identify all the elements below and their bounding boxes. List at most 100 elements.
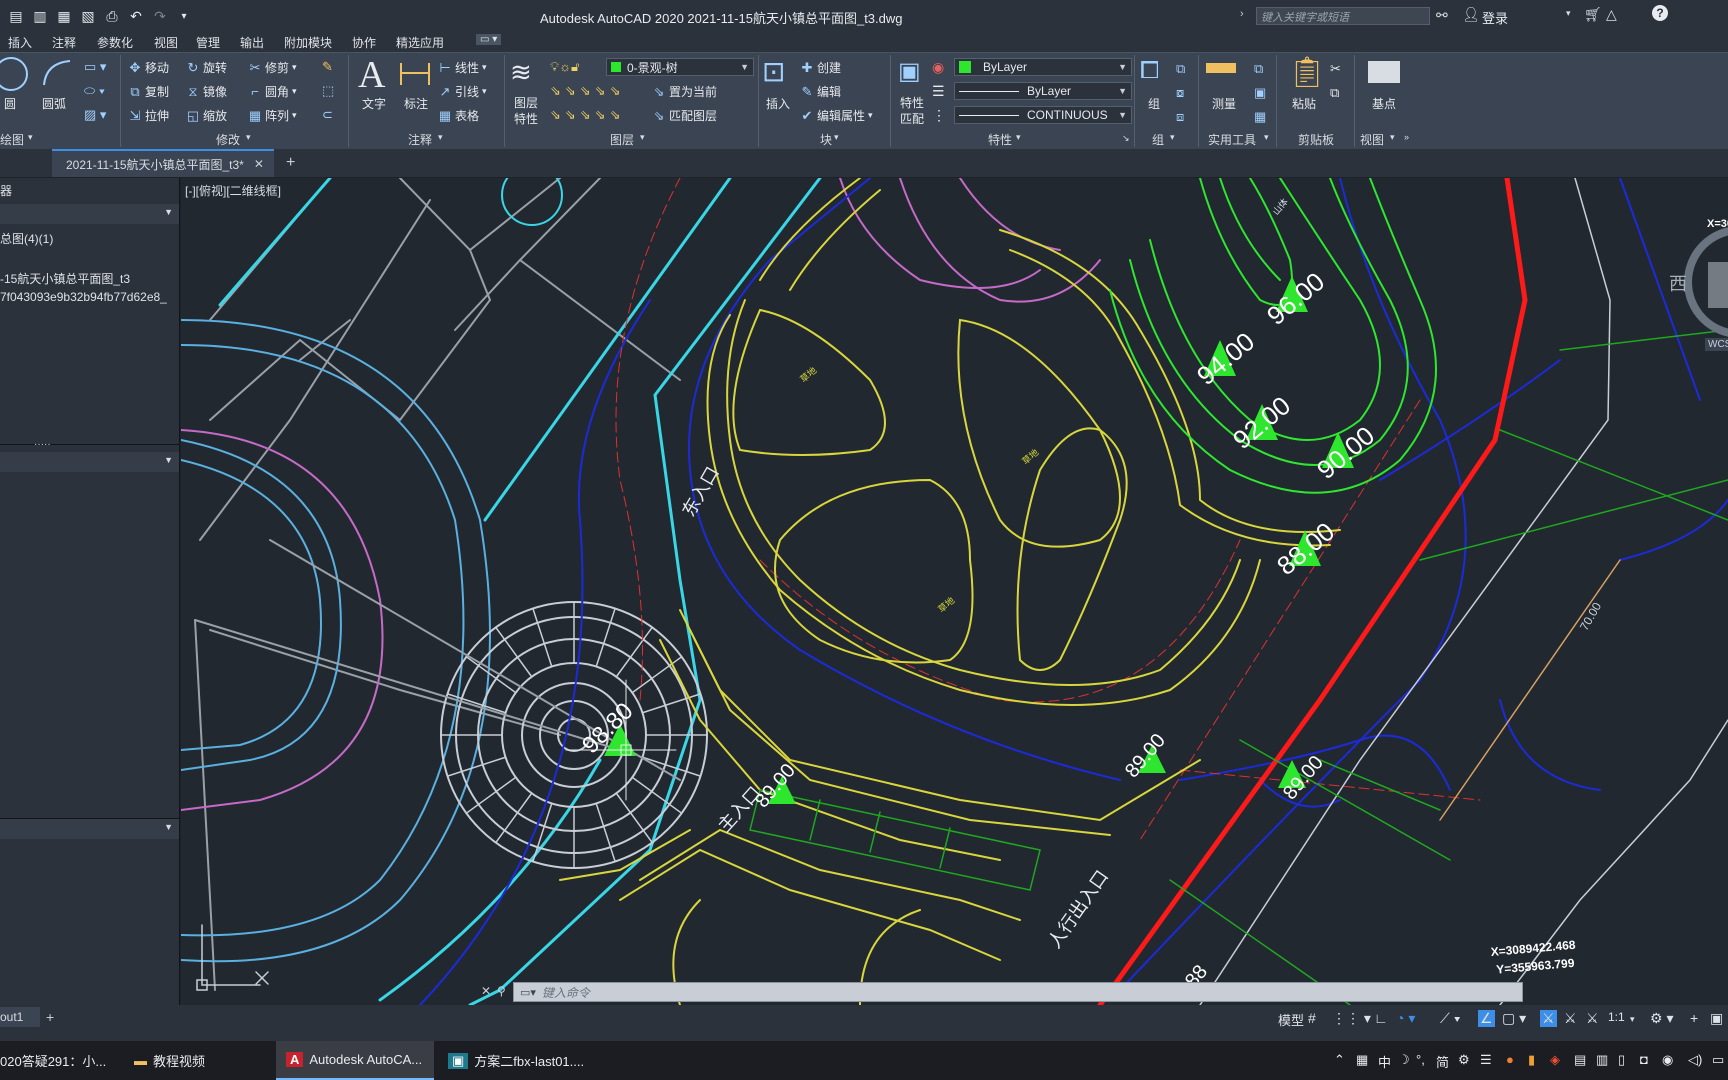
login-dropdown-icon[interactable]: ▾ xyxy=(1566,8,1571,19)
menu-view[interactable]: 视图 xyxy=(154,34,178,51)
copy-button[interactable]: ⧉ 复制 xyxy=(128,83,169,100)
scale-readout[interactable]: 1:1 xyxy=(1608,1010,1625,1024)
command-line[interactable]: ▭▾ 键入命令 xyxy=(513,982,1523,1002)
properties-expand-icon[interactable]: ▾ xyxy=(1016,132,1021,143)
taskbar-item-folder[interactable]: ▬ 教程视频 xyxy=(128,1041,280,1080)
properties-group-label[interactable]: 特性 xyxy=(988,131,1012,148)
draw-expand-icon[interactable]: ▾ xyxy=(28,132,33,143)
group-label[interactable]: 组 xyxy=(1148,95,1160,112)
menu-parametric[interactable]: 参数化 xyxy=(97,34,133,51)
menu-manage[interactable]: 管理 xyxy=(196,34,220,51)
color-dropdown[interactable]: ByLayer ▼ xyxy=(954,58,1132,76)
punctuation-icon[interactable]: °, xyxy=(1416,1052,1425,1067)
linetype-icon[interactable]: ⋮ xyxy=(932,107,946,124)
ime-simplified[interactable]: 简 xyxy=(1436,1052,1449,1071)
paste-icon[interactable]: 📋︎ xyxy=(1288,55,1326,90)
drawing-svg[interactable] xyxy=(181,178,1728,1005)
login-link[interactable]: 登录 xyxy=(1482,8,1508,27)
viewcube[interactable] xyxy=(1684,227,1728,337)
palette-item-drawing[interactable]: 总图(4)(1) xyxy=(0,230,53,247)
search-expand-icon[interactable]: › xyxy=(1240,8,1244,20)
linetype-dropdown[interactable]: CONTINUOUS ▼ xyxy=(954,106,1132,124)
print-icon[interactable]: ⎙ xyxy=(102,6,122,26)
customize-qa-icon[interactable]: ▾ xyxy=(174,6,194,26)
grid-icon[interactable]: # xyxy=(1308,1010,1316,1026)
leader-button[interactable]: ↗ 引线 ▾ xyxy=(438,83,487,100)
palette-item-hash[interactable]: 7f043093e9b32b94fb77d62e8_ xyxy=(0,290,167,304)
array-button[interactable]: ▦ 阵列 ▾ xyxy=(248,107,297,124)
clipboard-group-label[interactable]: 剪贴板 xyxy=(1298,131,1334,148)
palette-item-file[interactable]: -15航天小镇总平面图_t3 xyxy=(0,270,130,287)
help-icon[interactable]: ? xyxy=(1652,5,1668,21)
group-icon[interactable]: ⧠ xyxy=(1140,57,1159,85)
action-center-icon[interactable]: ▭ xyxy=(1712,1052,1724,1068)
user-icon[interactable]: 👤︎ xyxy=(1462,6,1480,23)
new-tab-button[interactable]: + xyxy=(286,149,295,177)
taskbar-item-autocad[interactable]: A Autodesk AutoCA... xyxy=(276,1041,434,1080)
explode-icon[interactable]: ⬚ xyxy=(322,83,334,99)
edit-block-button[interactable]: ✎ 编辑 xyxy=(800,83,841,100)
ime-mode[interactable]: 中 xyxy=(1378,1052,1391,1071)
ellipse-tool-icon[interactable]: ⬭ ▾ xyxy=(84,83,105,99)
layers-expand-icon[interactable]: ▾ xyxy=(640,132,645,143)
layout-tab[interactable]: out1 xyxy=(0,1007,40,1027)
volume-icon[interactable]: ◁) xyxy=(1688,1052,1702,1068)
groups-group-label[interactable]: 组 xyxy=(1152,131,1164,148)
measure-label[interactable]: 测量 xyxy=(1212,95,1236,112)
utilities-group-label[interactable]: 实用工具 xyxy=(1208,131,1256,148)
rotate-button[interactable]: ↻ 旋转 xyxy=(186,59,227,76)
shield-icon[interactable]: ◈ xyxy=(1550,1052,1560,1068)
palette-splitter[interactable]: ····· xyxy=(0,439,179,451)
battery-icon[interactable]: ▯ xyxy=(1618,1052,1625,1068)
fillet-button[interactable]: ⌐ 圆角 ▾ xyxy=(248,83,296,100)
tray-app-icon-3[interactable]: ▥ xyxy=(1596,1052,1608,1068)
set-current-button[interactable]: ⇘ 置为当前 xyxy=(652,83,717,100)
block-group-label[interactable]: 块 xyxy=(820,131,832,148)
move-button[interactable]: ✥ 移动 xyxy=(128,59,169,76)
menu-output[interactable]: 输出 xyxy=(240,34,264,51)
dimension-tool-icon[interactable] xyxy=(398,59,432,89)
isodraft-icon[interactable]: ⟋ ▾ xyxy=(1440,1010,1461,1027)
draw-group-label[interactable]: 绘图 xyxy=(0,131,24,148)
layer-properties-label[interactable]: 图层特性 xyxy=(510,95,542,127)
scale-button[interactable]: ◱ 缩放 xyxy=(186,107,227,124)
offset-icon[interactable]: ⊂ xyxy=(322,107,333,123)
menu-collaborate[interactable]: 协作 xyxy=(352,34,376,51)
menu-addins[interactable]: 附加模块 xyxy=(284,34,332,51)
redo-icon[interactable]: ↷ xyxy=(150,6,170,26)
stretch-button[interactable]: ⇲ 拉伸 xyxy=(128,107,169,124)
palette-dropdown-3[interactable]: ▼ xyxy=(0,818,179,839)
trim-button[interactable]: ✂ 修剪 ▾ xyxy=(248,59,297,76)
menu-featured-apps[interactable]: 精选应用 xyxy=(396,34,444,51)
view-expand-icon[interactable]: ▾ xyxy=(1390,132,1395,143)
edit-attributes-button[interactable]: ✔ 编辑属性 ▾ xyxy=(800,107,873,124)
annotation-group-label[interactable]: 注释 xyxy=(408,131,432,148)
layer-state-icons[interactable]: 💡︎☼🔓︎ xyxy=(550,59,579,75)
modify-expand-icon[interactable]: ▾ xyxy=(246,132,251,143)
customize-status-icon[interactable]: ▣ xyxy=(1710,1010,1723,1027)
view-group-label[interactable]: 视图 xyxy=(1360,131,1384,148)
settings-tray-icon[interactable]: ⚙ xyxy=(1458,1052,1470,1068)
menu-insert[interactable]: 插入 xyxy=(8,34,32,51)
workspace-gear-icon[interactable]: ⚙ ▾ xyxy=(1650,1010,1673,1027)
base-point-label[interactable]: 基点 xyxy=(1372,95,1396,112)
search-box[interactable]: 键入关键字或短语 xyxy=(1256,7,1430,25)
taskbar-item-fbx[interactable]: ▣ 方案二fbx-last01.... xyxy=(440,1041,608,1080)
groups-expand-icon[interactable]: ▾ xyxy=(1170,132,1175,143)
palette-dropdown-1[interactable]: ▼ xyxy=(0,204,179,224)
circle-tool-icon[interactable] xyxy=(0,57,28,91)
create-block-button[interactable]: ✚ 创建 xyxy=(800,59,841,76)
circle-label[interactable]: 圆 xyxy=(4,95,16,112)
tray-icon-1[interactable]: ⌃ xyxy=(1334,1052,1345,1068)
osnap-track-icon[interactable]: ∠ xyxy=(1478,1010,1495,1027)
annotation-scale-icon[interactable]: ⚔ xyxy=(1586,1010,1599,1027)
text-tool-icon[interactable]: A xyxy=(358,53,385,97)
lineweight-icon[interactable]: ☰ xyxy=(932,83,945,100)
utilities-expand-icon[interactable]: ▾ xyxy=(1264,132,1269,143)
tray-app-orange-icon[interactable]: ● xyxy=(1506,1052,1514,1067)
modify-group-label[interactable]: 修改 xyxy=(216,131,240,148)
tray-app-icon-4[interactable]: ◘ xyxy=(1640,1052,1648,1067)
utility-tools-icons[interactable]: ⧉ ▣ ▦ xyxy=(1254,57,1266,129)
taskbar-item-1[interactable]: 020答疑291：小... xyxy=(0,1041,120,1080)
measure-icon[interactable] xyxy=(1206,63,1236,73)
